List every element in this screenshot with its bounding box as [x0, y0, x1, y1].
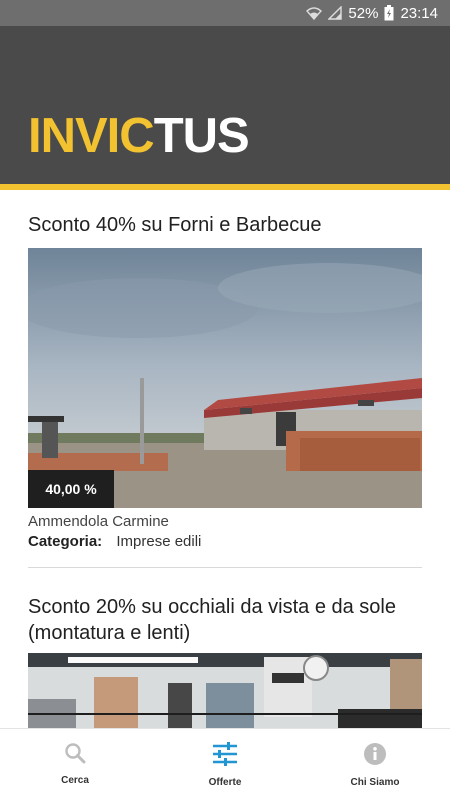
offer-image[interactable] — [28, 653, 422, 728]
divider — [28, 567, 422, 568]
warehouse-photo — [28, 248, 422, 508]
nav-label: Offerte — [208, 777, 242, 788]
company-name: Ammendola Carmine — [28, 513, 169, 530]
nav-tab-offerte[interactable]: Offerte — [150, 729, 300, 801]
category-value: Imprese edili — [116, 533, 202, 550]
sliders-icon — [212, 742, 238, 771]
offers-list[interactable]: Sconto 40% su Forni e Barbecue 40,00 % A… — [0, 190, 450, 728]
nav-label: Chi Siamo — [350, 777, 400, 788]
signal-icon — [328, 6, 343, 20]
category-label: Categoria: — [28, 533, 103, 550]
offer-image[interactable]: 40,00 % — [28, 248, 422, 508]
offer-title[interactable]: Sconto 20% su occhiali da vista e da sol… — [0, 594, 450, 646]
nav-tab-cerca[interactable]: Cerca — [0, 729, 150, 801]
category-row: Categoria: Imprese edili — [28, 533, 201, 550]
offer-title[interactable]: Sconto 40% su Forni e Barbecue — [0, 212, 350, 238]
bottom-navigation: Cerca Offerte Chi Siamo — [0, 728, 450, 801]
invictus-logo: INVICTUS — [28, 109, 250, 163]
status-bar: 52% 23:14 — [0, 0, 450, 26]
optician-store-photo — [28, 653, 422, 728]
battery-percent: 52% — [348, 4, 379, 22]
wifi-icon — [306, 6, 323, 20]
search-icon — [64, 742, 86, 769]
nav-tab-chi-siamo[interactable]: Chi Siamo — [300, 729, 450, 801]
battery-charging-icon — [384, 5, 394, 21]
info-icon — [363, 742, 387, 771]
app-header: INVICTUS — [0, 26, 450, 184]
clock: 23:14 — [400, 4, 438, 22]
nav-label: Cerca — [61, 775, 89, 786]
discount-badge: 40,00 % — [28, 470, 114, 508]
